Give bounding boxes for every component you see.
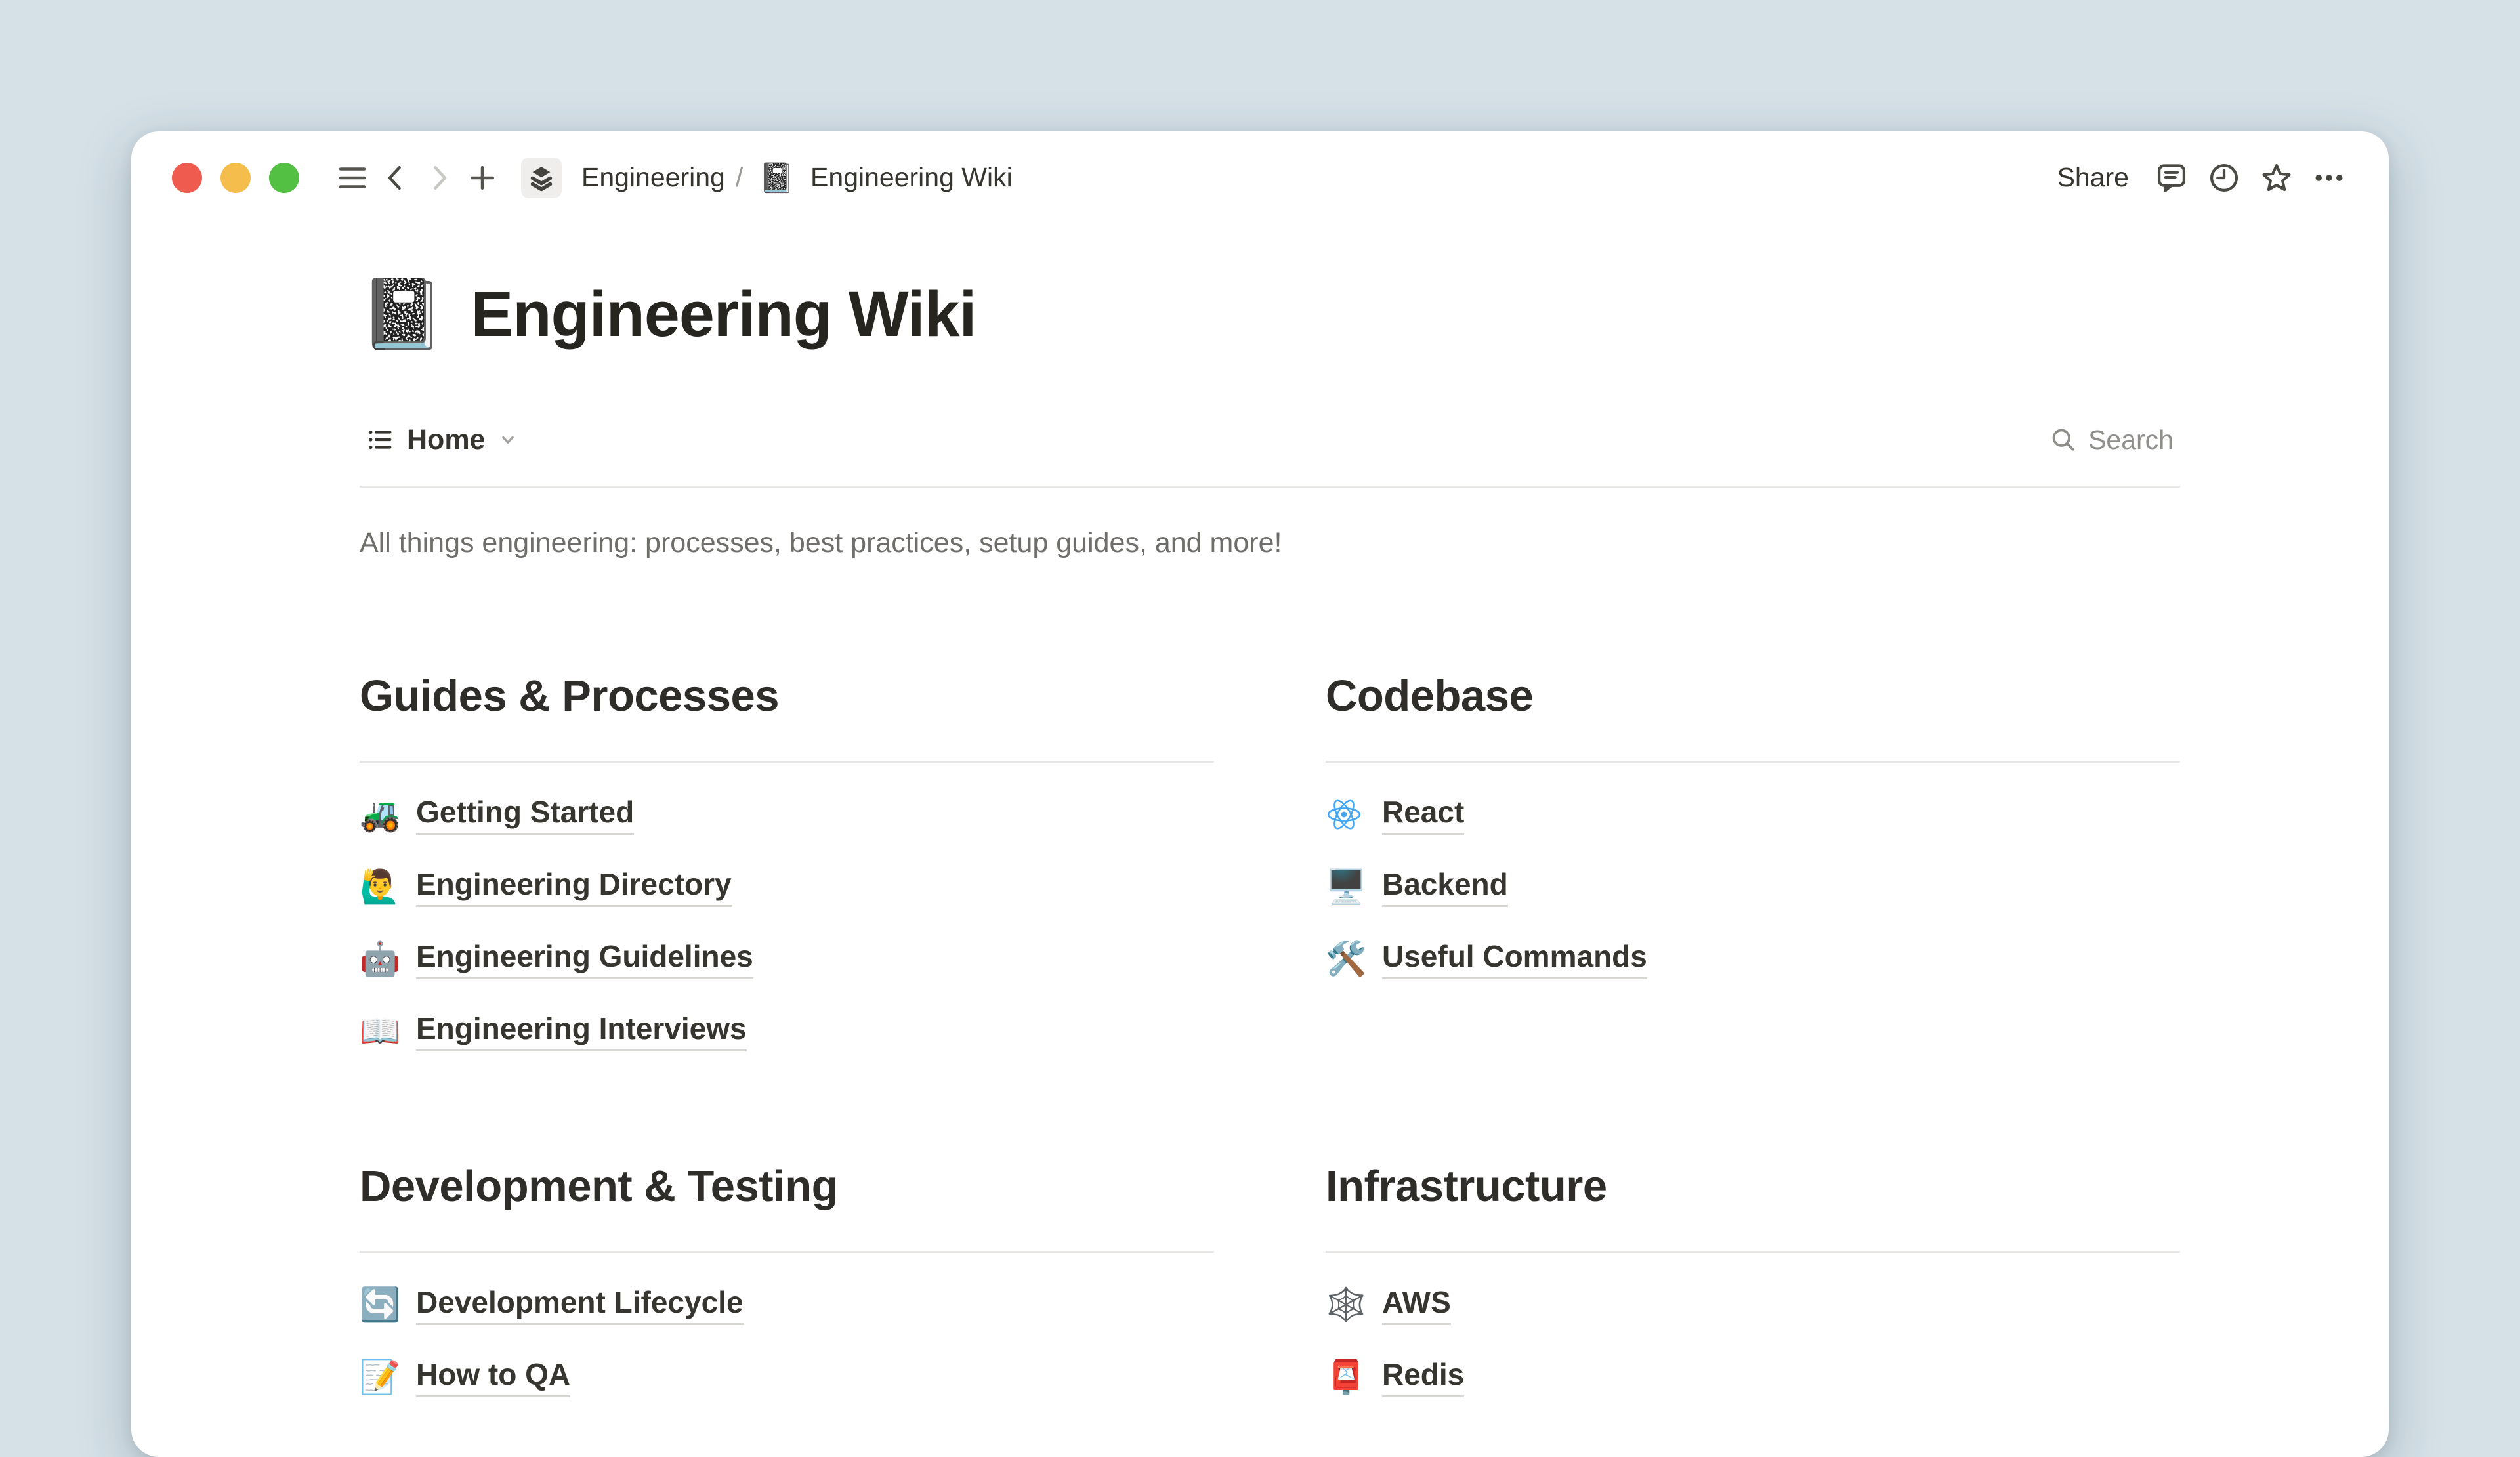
search-label: Search: [2088, 425, 2174, 455]
window-controls: [172, 163, 299, 193]
search-icon: [2049, 425, 2078, 454]
page-link-label: Development Lifecycle: [416, 1284, 744, 1325]
new-page-button[interactable]: [461, 156, 504, 200]
page-content: 📓 Engineering Wiki Home Search All thing…: [360, 278, 2180, 1429]
section-title: Infrastructure: [1326, 1160, 2180, 1213]
divider: [1326, 1251, 2180, 1253]
desktop-computer-icon: 🖥️: [1326, 870, 1365, 903]
plus-icon: [465, 160, 500, 196]
page-title-row: 📓 Engineering Wiki: [360, 278, 2180, 351]
stacked-layers-icon: [526, 163, 556, 193]
page-link-react[interactable]: React: [1326, 794, 2180, 835]
breadcrumb-page[interactable]: Engineering Wiki: [804, 158, 1019, 197]
search-button[interactable]: Search: [2042, 421, 2180, 459]
section-codebase: Codebase: [1326, 670, 2180, 1083]
view-row: Home Search: [360, 413, 2180, 466]
breadcrumb: Engineering / 📓 Engineering Wiki: [575, 158, 1019, 197]
spider-web-icon: 🕸️: [1326, 1288, 1365, 1321]
chevron-right-icon: [421, 160, 457, 196]
page-link-label: AWS: [1382, 1284, 1451, 1325]
robot-icon: 🤖: [360, 942, 399, 975]
forward-button[interactable]: [417, 156, 461, 200]
star-icon: [2259, 160, 2294, 196]
chevron-left-icon: [378, 160, 413, 196]
view-tab-home[interactable]: Home: [360, 420, 524, 460]
teamspace-icon-chip[interactable]: [521, 158, 562, 198]
page-link-label: Getting Started: [416, 794, 634, 835]
page-link-redis[interactable]: 📮 Redis: [1326, 1357, 2180, 1397]
more-options-button[interactable]: [2307, 156, 2351, 200]
page-link-getting-started[interactable]: 🚜 Getting Started: [360, 794, 1214, 835]
page-link-label: Engineering Directory: [416, 866, 732, 907]
page-link-how-to-qa[interactable]: 📝 How to QA: [360, 1357, 1214, 1397]
section-title: Development & Testing: [360, 1160, 1214, 1213]
breadcrumb-separator: /: [736, 162, 743, 193]
section-guides-processes: Guides & Processes 🚜 Getting Started 🙋‍♂…: [360, 670, 1214, 1083]
page-link-label: Engineering Interviews: [416, 1011, 747, 1051]
page-link-useful-commands[interactable]: 🛠️ Useful Commands: [1326, 939, 2180, 979]
notebook-emoji-page-icon[interactable]: 📓: [360, 280, 445, 348]
ellipsis-icon: [2311, 160, 2347, 196]
tractor-icon: 🚜: [360, 798, 399, 831]
back-button[interactable]: [374, 156, 417, 200]
page-link-label: Engineering Guidelines: [416, 939, 753, 979]
divider: [360, 761, 1214, 763]
comment-bubble-icon: [2154, 160, 2189, 196]
section-development-testing: Development & Testing 🔄 Development Life…: [360, 1160, 1214, 1429]
zoom-window-button[interactable]: [269, 163, 299, 193]
page-link-engineering-guidelines[interactable]: 🤖 Engineering Guidelines: [360, 939, 1214, 979]
section-title: Codebase: [1326, 670, 2180, 723]
page-link-label: Useful Commands: [1382, 939, 1647, 979]
section-infrastructure: Infrastructure 🕸️ AWS 📮 Redis: [1326, 1160, 2180, 1429]
breadcrumb-workspace[interactable]: Engineering: [575, 158, 732, 197]
page-link-label: Redis: [1382, 1357, 1464, 1397]
divider: [360, 1251, 1214, 1253]
toolbar-actions: Share: [2046, 156, 2351, 200]
divider: [360, 486, 2180, 488]
page-link-development-lifecycle[interactable]: 🔄 Development Lifecycle: [360, 1284, 1214, 1325]
chevron-down-icon: [497, 429, 519, 451]
wiki-grid: Guides & Processes 🚜 Getting Started 🙋‍♂…: [360, 670, 2180, 1429]
divider: [1326, 761, 2180, 763]
open-book-icon: 📖: [360, 1015, 399, 1047]
notebook-emoji-icon: 📓: [759, 161, 795, 195]
page-description: All things engineering: processes, best …: [360, 524, 2180, 562]
page-link-backend[interactable]: 🖥️ Backend: [1326, 866, 2180, 907]
page-title: Engineering Wiki: [471, 278, 976, 351]
section-title: Guides & Processes: [360, 670, 1214, 723]
hamburger-icon: [335, 160, 370, 196]
favorite-button[interactable]: [2255, 156, 2298, 200]
page-link-engineering-directory[interactable]: 🙋‍♂️ Engineering Directory: [360, 866, 1214, 907]
history-button[interactable]: [2202, 156, 2246, 200]
person-raising-hand-icon: 🙋‍♂️: [360, 870, 399, 903]
counterclockwise-arrows-icon: 🔄: [360, 1288, 399, 1321]
page-link-engineering-interviews[interactable]: 📖 Engineering Interviews: [360, 1011, 1214, 1051]
memo-icon: 📝: [360, 1361, 399, 1393]
toolbar: Engineering / 📓 Engineering Wiki Share: [131, 131, 2389, 220]
notion-window: Engineering / 📓 Engineering Wiki Share: [131, 131, 2389, 1457]
page-link-label: React: [1382, 794, 1464, 835]
page-link-aws[interactable]: 🕸️ AWS: [1326, 1284, 2180, 1325]
comments-button[interactable]: [2150, 156, 2193, 200]
view-tab-label: Home: [407, 424, 485, 456]
page-link-label: How to QA: [416, 1357, 570, 1397]
clock-icon: [2206, 160, 2242, 196]
close-window-button[interactable]: [172, 163, 202, 193]
sidebar-menu-button[interactable]: [331, 156, 374, 200]
bulleted-list-icon: [365, 425, 395, 455]
react-logo-icon: [1326, 796, 1365, 833]
minimize-window-button[interactable]: [220, 163, 251, 193]
page-link-label: Backend: [1382, 866, 1508, 907]
postbox-icon: 📮: [1326, 1361, 1365, 1393]
share-button[interactable]: Share: [2046, 156, 2141, 200]
hammer-and-wrench-icon: 🛠️: [1326, 942, 1365, 975]
